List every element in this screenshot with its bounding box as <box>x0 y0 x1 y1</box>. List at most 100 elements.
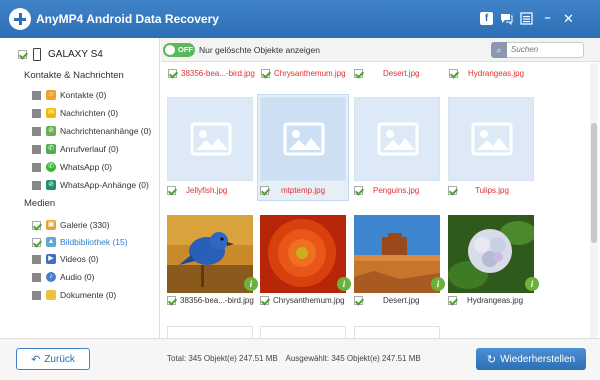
back-arrow-icon: ↶ <box>31 353 41 366</box>
sidebar-item-label: Dokumente (0) <box>60 290 117 300</box>
file-checkbox[interactable] <box>448 186 457 195</box>
chrysanthemum-photo <box>260 215 346 293</box>
info-icon[interactable]: i <box>431 277 445 291</box>
search-icon[interactable]: ⌕ <box>491 42 507 58</box>
sidebar-item-label: Nachrichten (0) <box>60 108 119 118</box>
file-checkbox[interactable] <box>168 69 177 78</box>
file-checkbox[interactable] <box>260 296 269 305</box>
sidebar-item-documents[interactable]: Dokumente (0) <box>32 288 116 302</box>
checkbox[interactable] <box>32 90 41 100</box>
back-button[interactable]: ↶ Zurück <box>16 348 90 370</box>
checkbox[interactable] <box>32 272 41 282</box>
sidebar-item-picture-library[interactable]: ▲ Bildbibliothek (15) <box>32 235 128 249</box>
folder-icon <box>46 290 56 300</box>
app-title: AnyMP4 Android Data Recovery <box>36 12 219 26</box>
grid-scrollbar[interactable] <box>590 63 598 338</box>
image-placeholder <box>167 97 253 181</box>
file-checkbox[interactable] <box>448 296 457 305</box>
footer-bar: ↶ Zurück Total: 345 Objekt(e) 247.51 MB … <box>0 338 600 380</box>
file-name: Hydrangeas.jpg <box>467 296 524 305</box>
checkbox[interactable] <box>32 162 41 172</box>
chat-icon[interactable] <box>500 12 513 26</box>
filter-toolbar: OFF Nur gelöschte Objekte anzeigen ⌕ <box>161 38 600 62</box>
minimize-icon[interactable]: – <box>541 12 554 25</box>
menu-icon[interactable] <box>520 12 533 25</box>
file-caption[interactable]: Chrysanthemum.jpg <box>261 69 356 78</box>
file-checkbox[interactable] <box>449 69 458 78</box>
info-icon[interactable]: i <box>525 277 539 291</box>
messages-icon: ✉ <box>46 108 56 118</box>
file-checkbox[interactable] <box>260 186 269 195</box>
recover-button[interactable]: ↻ Wiederherstellen <box>476 348 586 370</box>
image-icon <box>190 122 232 156</box>
sidebar-item-contacts[interactable]: ☺ Kontakte (0) <box>32 88 106 102</box>
sidebar-item-audio[interactable]: ♪ Audio (0) <box>32 270 95 284</box>
file-name: Tulips.jpg <box>475 186 509 195</box>
device-checkbox[interactable] <box>18 50 27 59</box>
sidebar-item-label: WhatsApp-Anhänge (0) <box>60 180 149 190</box>
back-button-label: Zurück <box>44 353 75 365</box>
deleted-only-label: Nur gelöschte Objekte anzeigen <box>199 45 320 55</box>
file-name: Penguins.jpg <box>373 186 420 195</box>
info-icon[interactable]: i <box>244 277 258 291</box>
checkbox[interactable] <box>32 180 41 190</box>
section-title-media: Medien <box>24 198 56 209</box>
file-caption[interactable]: Desert.jpg <box>354 69 449 78</box>
scrollbar-thumb[interactable] <box>591 123 597 243</box>
checkbox[interactable] <box>32 237 41 247</box>
checkbox[interactable] <box>32 126 41 136</box>
file-checkbox[interactable] <box>354 296 363 305</box>
file-name: Desert.jpg <box>383 69 420 78</box>
image-icon <box>377 122 419 156</box>
checkbox[interactable] <box>32 254 41 264</box>
sidebar-item-message-attachments[interactable]: ⊘ Nachrichtenanhänge (0) <box>32 124 151 138</box>
sidebar-item-whatsapp-attachments[interactable]: ⊘ WhatsApp-Anhänge (0) <box>32 178 149 192</box>
sidebar-item-label: Bildbibliothek (15) <box>60 237 128 247</box>
phone-device-icon <box>33 48 41 61</box>
file-checkbox[interactable] <box>167 296 176 305</box>
checkbox[interactable] <box>32 220 41 230</box>
file-tile[interactable] <box>354 326 440 338</box>
checkbox[interactable] <box>32 144 41 154</box>
file-caption[interactable]: 38356-bea...-bird.jpg <box>168 69 263 78</box>
file-caption[interactable]: Jellyfish.jpg <box>167 186 262 195</box>
sidebar-item-call-log[interactable]: ✆ Anrufverlauf (0) <box>32 142 119 156</box>
sidebar-item-messages[interactable]: ✉ Nachrichten (0) <box>32 106 118 120</box>
file-tile[interactable] <box>260 326 346 338</box>
sidebar-item-videos[interactable]: ▶ Videos (0) <box>32 252 99 266</box>
search-input[interactable] <box>511 45 581 54</box>
file-caption[interactable]: Hydrangeas.jpg <box>448 296 543 305</box>
device-row[interactable]: GALAXY S4 <box>18 48 103 61</box>
file-checkbox[interactable] <box>354 186 363 195</box>
file-caption[interactable]: Tulips.jpg <box>448 186 543 195</box>
facebook-icon[interactable]: f <box>480 12 493 25</box>
file-name: Jellyfish.jpg <box>186 186 228 195</box>
checkbox[interactable] <box>32 108 41 118</box>
file-caption[interactable]: Hydrangeas.jpg <box>449 69 544 78</box>
image-icon <box>471 122 513 156</box>
checkbox[interactable] <box>32 290 41 300</box>
device-name: GALAXY S4 <box>48 49 103 60</box>
file-caption[interactable]: Desert.jpg <box>354 296 449 305</box>
file-tile[interactable] <box>167 326 253 338</box>
whatsapp-icon: ✆ <box>46 162 56 172</box>
image-placeholder <box>448 97 534 181</box>
image-icon <box>283 122 325 156</box>
sidebar-item-label: Anrufverlauf (0) <box>60 144 119 154</box>
close-icon[interactable]: ✕ <box>562 12 575 25</box>
file-caption[interactable]: Penguins.jpg <box>354 186 449 195</box>
file-checkbox[interactable] <box>261 69 270 78</box>
file-name: Hydrangeas.jpg <box>468 69 525 78</box>
sidebar-item-whatsapp[interactable]: ✆ WhatsApp (0) <box>32 160 112 174</box>
file-caption[interactable]: Chrysanthemum.jpg <box>260 296 355 305</box>
sidebar-item-gallery[interactable]: ▣ Galerie (330) <box>32 218 110 232</box>
total-count: Total: 345 Objekt(e) 247.51 MB <box>167 354 278 363</box>
category-sidebar: GALAXY S4 Kontakte & Nachrichten ☺ Konta… <box>0 38 160 338</box>
file-caption[interactable]: 38356-bea...-bird.jpg <box>167 296 262 305</box>
deleted-only-toggle[interactable]: OFF <box>163 43 195 57</box>
file-caption[interactable]: mtptemp.jpg <box>260 186 355 195</box>
audio-icon: ♪ <box>46 272 56 282</box>
info-icon[interactable]: i <box>337 277 351 291</box>
file-checkbox[interactable] <box>167 186 176 195</box>
file-checkbox[interactable] <box>354 69 363 78</box>
